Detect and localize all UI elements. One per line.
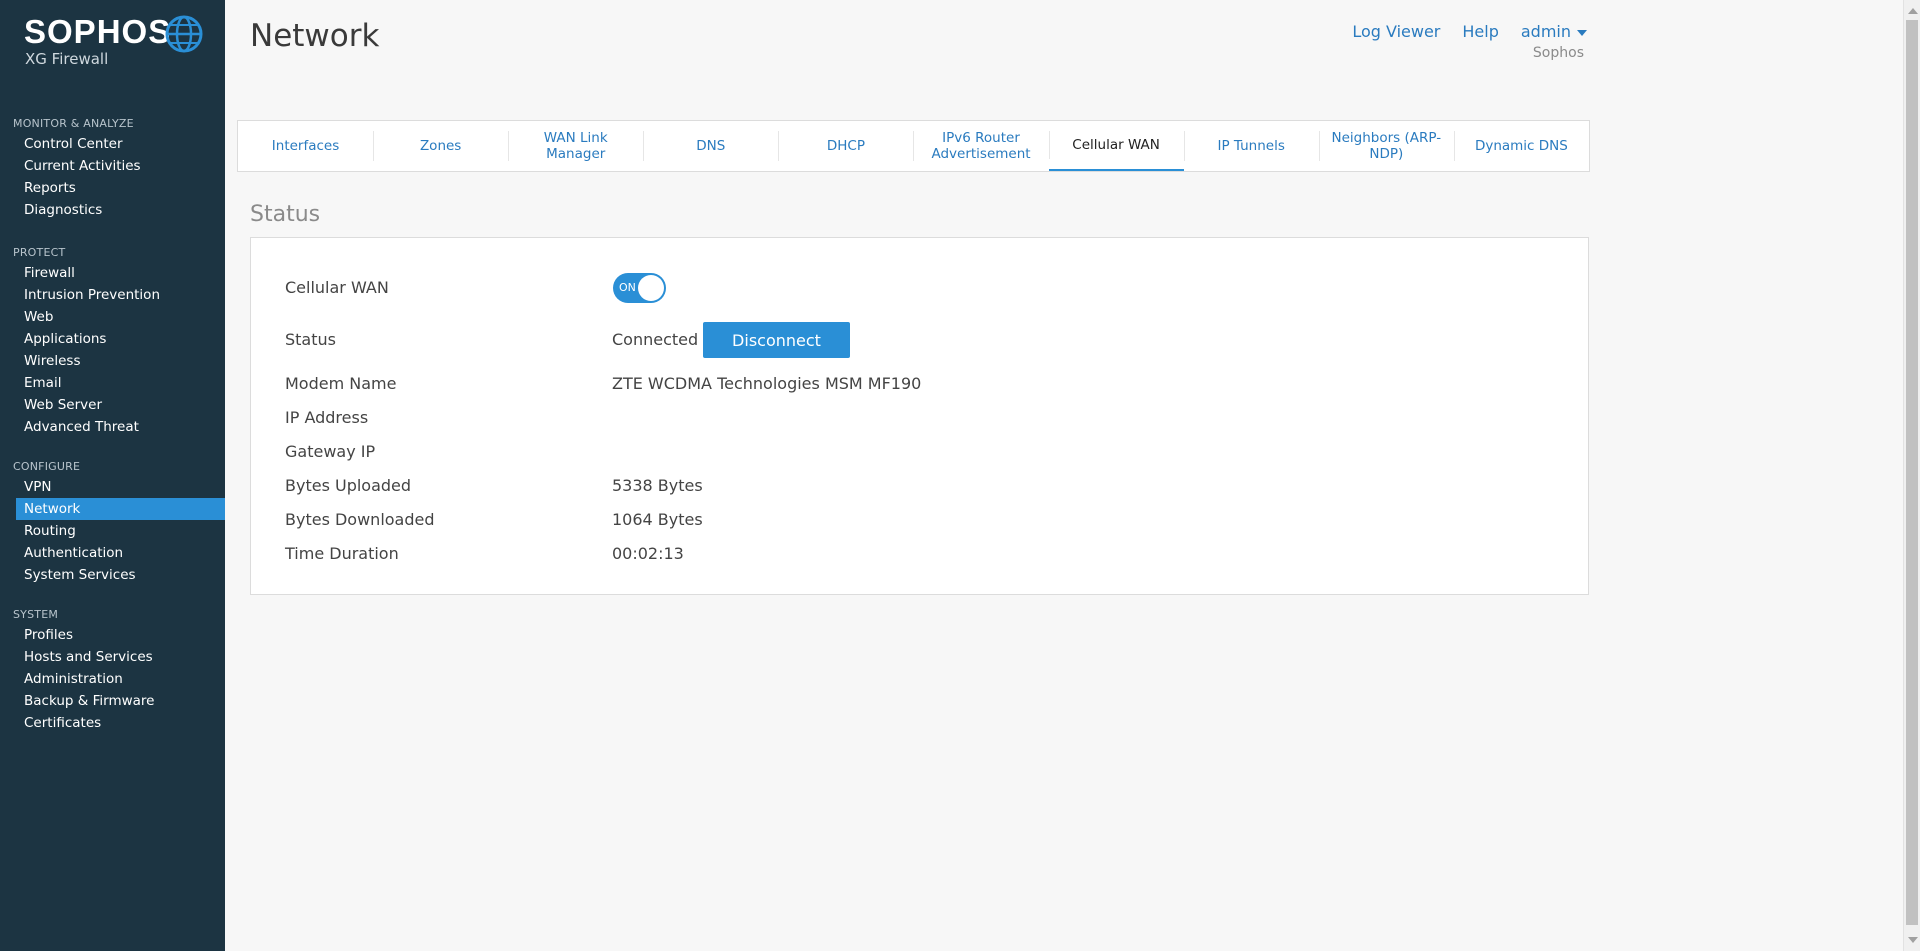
chevron-down-icon xyxy=(1577,29,1587,36)
sidebar-item-web[interactable]: Web xyxy=(0,306,225,328)
vertical-scrollbar[interactable] xyxy=(1903,0,1920,951)
tab-bar: Interfaces Zones WAN Link Manager DNS DHCP IP… xyxy=(237,120,1590,172)
modem-name-label: Modem Name xyxy=(285,374,397,393)
bytes-downloaded-label: Bytes Downloaded xyxy=(285,510,435,529)
nav-section: MONITOR & ANALYZE Control Center Current A… xyxy=(0,115,225,221)
tab-dns[interactable]: DNS xyxy=(643,121,778,171)
page-title: Network xyxy=(250,18,380,54)
nav-section: SYSTEM Profiles Hosts and Services Administ… xyxy=(0,606,225,734)
nav-section-heading: PROTECT xyxy=(13,246,66,259)
status-panel: Cellular WAN ON Status Connected Disconn… xyxy=(250,237,1589,595)
tab-dhcp[interactable]: DHCP xyxy=(778,121,913,171)
tab-dynamic-dns[interactable]: Dynamic DNS xyxy=(1453,121,1589,171)
globe-icon xyxy=(165,15,203,53)
time-duration-value: 00:02:13 xyxy=(612,544,684,563)
sidebar-item-vpn[interactable]: VPN xyxy=(0,476,225,498)
sidebar-item-intrusion-prevention[interactable]: Intrusion Prevention xyxy=(0,284,225,306)
top-links: Log Viewer Help admin xyxy=(1352,22,1587,41)
tab-ipv6-router-advertisement[interactable]: IPv6 Router Advertisement xyxy=(913,121,1048,171)
sidebar-item-web-server[interactable]: Web Server xyxy=(0,394,225,416)
toggle-knob xyxy=(638,275,664,301)
nav-section-heading: CONFIGURE xyxy=(13,460,81,473)
nav-section: CONFIGURE VPN Network Routing Authentication… xyxy=(0,458,225,586)
scroll-down-icon[interactable] xyxy=(1908,937,1918,943)
help-link[interactable]: Help xyxy=(1462,22,1498,41)
scroll-thumb[interactable] xyxy=(1906,20,1918,925)
sidebar-item-current-activities[interactable]: Current Activities xyxy=(0,155,225,177)
bytes-uploaded-value: 5338 Bytes xyxy=(612,476,703,495)
log-viewer-link[interactable]: Log Viewer xyxy=(1352,22,1440,41)
sidebar-item-authentication[interactable]: Authentication xyxy=(0,542,225,564)
bytes-downloaded-value: 1064 Bytes xyxy=(612,510,703,529)
tab-interfaces[interactable]: Interfaces xyxy=(238,121,373,171)
sidebar-item-system-services[interactable]: System Services xyxy=(0,564,225,586)
time-duration-label: Time Duration xyxy=(285,544,399,563)
nav-section-heading: MONITOR & ANALYZE xyxy=(13,117,134,130)
sidebar-item-routing[interactable]: Routing xyxy=(0,520,225,542)
tab-cellular-wan[interactable]: Cellular WAN xyxy=(1048,121,1184,171)
sidebar-item-reports[interactable]: Reports xyxy=(0,177,225,199)
sidebar-item-wireless[interactable]: Wireless xyxy=(0,350,225,372)
status-value: Connected xyxy=(612,330,699,349)
gateway-ip-label: Gateway IP xyxy=(285,442,376,461)
nav-section-heading: SYSTEM xyxy=(13,608,59,621)
ip-address-label: IP Address xyxy=(285,408,369,427)
sophos-logo[interactable]: SOPHOS XG Firewall xyxy=(24,13,172,69)
scroll-up-icon[interactable] xyxy=(1908,8,1918,14)
cellular-wan-label: Cellular WAN xyxy=(285,278,389,297)
tab-neighbors-arp-ndp[interactable]: Neighbors (ARP-NDP) xyxy=(1318,121,1454,171)
tab-ip-tunnels[interactable]: IP Tunnels xyxy=(1183,121,1319,171)
bytes-uploaded-label: Bytes Uploaded xyxy=(285,476,412,495)
user-name: admin xyxy=(1520,22,1571,41)
cellular-wan-toggle[interactable]: ON xyxy=(613,273,666,303)
sidebar-item-control-center[interactable]: Control Center xyxy=(0,133,225,155)
user-menu[interactable]: admin xyxy=(1521,22,1587,41)
sidebar-item-network[interactable]: Network xyxy=(16,498,225,520)
toggle-state-label: ON xyxy=(619,281,636,294)
sidebar: SOPHOS XG Firewall MONITOR & ANALYZE Cont… xyxy=(0,0,225,951)
tab-wan-link-manager[interactable]: WAN Link Manager xyxy=(508,121,643,171)
sidebar-item-certificates[interactable]: Certificates xyxy=(0,712,225,734)
sidebar-item-backup-firmware[interactable]: Backup & Firmware xyxy=(0,690,225,712)
org-name: Sophos xyxy=(1532,45,1584,61)
sidebar-item-administration[interactable]: Administration xyxy=(0,668,225,690)
brand-name: SOPHOS xyxy=(24,13,172,50)
sidebar-item-advanced-threat[interactable]: Advanced Threat xyxy=(0,416,225,438)
sidebar-item-diagnostics[interactable]: Diagnostics xyxy=(0,199,225,221)
modem-name-value: ZTE WCDMA Technologies MSM MF190 xyxy=(612,374,922,393)
disconnect-button[interactable]: Disconnect xyxy=(703,322,850,358)
status-label: Status xyxy=(285,330,336,349)
product-name: XG Firewall xyxy=(25,50,109,68)
sidebar-item-applications[interactable]: Applications xyxy=(0,328,225,350)
nav-section: PROTECT Firewall Intrusion Prevention Web Ap… xyxy=(0,244,225,438)
section-title: Status xyxy=(250,202,321,227)
sidebar-item-email[interactable]: Email xyxy=(0,372,225,394)
tab-zones[interactable]: Zones xyxy=(373,121,508,171)
sidebar-item-hosts-and-services[interactable]: Hosts and Services xyxy=(0,646,225,668)
sidebar-item-firewall[interactable]: Firewall xyxy=(0,262,225,284)
sidebar-item-profiles[interactable]: Profiles xyxy=(0,624,225,646)
